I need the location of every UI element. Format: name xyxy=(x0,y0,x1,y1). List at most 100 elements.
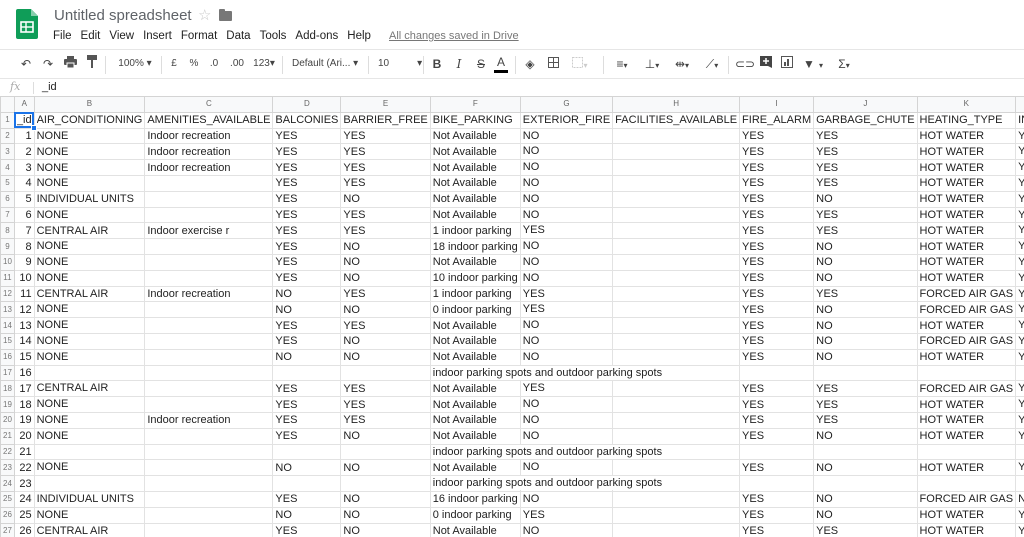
column-header-c[interactable]: C xyxy=(144,96,274,113)
cell-e11[interactable]: NO xyxy=(340,269,431,287)
cell-e24[interactable] xyxy=(340,475,431,492)
cell-i20[interactable]: YES xyxy=(739,411,815,429)
cell-h27[interactable] xyxy=(612,522,741,537)
cell-c9[interactable] xyxy=(144,238,274,255)
cell-f5[interactable]: Not Available xyxy=(429,174,521,192)
cell-l4[interactable]: YES xyxy=(1015,159,1024,176)
cell-g21[interactable]: NO xyxy=(519,427,614,445)
row-header[interactable]: 4 xyxy=(0,159,15,176)
cell-c7[interactable] xyxy=(144,206,274,224)
cell-g1[interactable]: EXTERIOR_FIRE xyxy=(519,111,614,129)
cell-d16[interactable]: NO xyxy=(272,348,342,366)
row-header[interactable]: 24 xyxy=(0,475,15,492)
cell-b13[interactable]: NONE xyxy=(33,301,146,319)
cell-a23[interactable]: 22 xyxy=(13,459,35,477)
cell-a5[interactable]: 4 xyxy=(13,174,35,192)
insert-comment-icon[interactable] xyxy=(758,55,774,73)
cell-g20[interactable]: NO xyxy=(519,411,614,429)
cell-k14[interactable]: HOT WATER xyxy=(916,317,1017,334)
cell-g6[interactable]: NO xyxy=(519,190,614,208)
cell-d21[interactable]: YES xyxy=(272,427,342,445)
cell-j10[interactable]: NO xyxy=(813,253,918,271)
cell-c1[interactable]: AMENITIES_AVAILABLE xyxy=(144,111,274,129)
cell-a13[interactable]: 12 xyxy=(13,301,35,319)
cell-a7[interactable]: 6 xyxy=(13,206,35,224)
cell-f9[interactable]: 18 indoor parking xyxy=(429,238,521,255)
cell-g12[interactable]: YES xyxy=(519,285,614,303)
cell-k24[interactable] xyxy=(916,475,1017,492)
cell-e20[interactable]: YES xyxy=(340,411,431,429)
cell-l21[interactable]: YES xyxy=(1015,427,1024,445)
row-header[interactable]: 13 xyxy=(0,301,15,319)
row-header[interactable]: 1 xyxy=(0,111,15,129)
cell-f19[interactable]: Not Available xyxy=(429,396,521,413)
cell-b16[interactable]: NONE xyxy=(33,348,146,366)
column-header-a[interactable]: A xyxy=(13,96,35,113)
cell-j6[interactable]: NO xyxy=(813,190,918,208)
cell-a15[interactable]: 14 xyxy=(13,332,35,350)
cell-b19[interactable]: NONE xyxy=(33,396,146,413)
column-header-k[interactable]: K xyxy=(916,96,1017,113)
cell-d24[interactable] xyxy=(272,475,342,492)
cell-h5[interactable] xyxy=(612,174,741,192)
cell-b9[interactable]: NONE xyxy=(33,238,146,255)
cell-f24[interactable]: indoor parking spots and outdoor parking… xyxy=(429,475,665,492)
row-header[interactable]: 22 xyxy=(0,443,15,461)
cell-f14[interactable]: Not Available xyxy=(429,317,521,334)
cell-k23[interactable]: HOT WATER xyxy=(916,459,1017,477)
cell-a12[interactable]: 11 xyxy=(13,285,35,303)
cell-c8[interactable]: Indoor exercise r xyxy=(144,222,274,240)
column-header-f[interactable]: F xyxy=(429,96,521,113)
cell-d11[interactable]: YES xyxy=(272,269,342,287)
cell-i2[interactable]: YES xyxy=(739,127,815,145)
menu-edit[interactable]: Edit xyxy=(81,30,101,42)
row-header[interactable]: 8 xyxy=(0,222,15,240)
cell-f7[interactable]: Not Available xyxy=(429,206,521,224)
row-header[interactable]: 3 xyxy=(0,143,15,161)
cell-b6[interactable]: INDIVIDUAL UNITS xyxy=(33,190,146,208)
menu-help[interactable]: Help xyxy=(347,30,371,42)
cell-f20[interactable]: Not Available xyxy=(429,411,521,429)
cell-b5[interactable]: NONE xyxy=(33,174,146,192)
cell-b25[interactable]: INDIVIDUAL UNITS xyxy=(33,490,146,508)
cell-b24[interactable] xyxy=(33,475,146,492)
cell-i8[interactable]: YES xyxy=(739,222,815,240)
cell-j1[interactable]: GARBAGE_CHUTE xyxy=(813,111,918,129)
row-header[interactable]: 14 xyxy=(0,317,15,334)
sheets-logo-icon[interactable] xyxy=(16,9,38,39)
row-header[interactable]: 23 xyxy=(0,459,15,477)
filter-icon[interactable]: ▼ ▾ xyxy=(800,55,826,73)
cell-k2[interactable]: HOT WATER xyxy=(916,127,1017,145)
column-header-h[interactable]: H xyxy=(612,96,741,113)
cell-i4[interactable]: YES xyxy=(739,159,815,176)
cell-j8[interactable]: YES xyxy=(813,222,918,240)
cell-i26[interactable]: YES xyxy=(739,506,815,524)
cell-e6[interactable]: NO xyxy=(340,190,431,208)
cell-i12[interactable]: YES xyxy=(739,285,815,303)
cell-l17[interactable] xyxy=(1015,364,1024,382)
cell-i9[interactable]: YES xyxy=(739,238,815,255)
cell-g8[interactable]: YES xyxy=(519,222,614,240)
cell-e16[interactable]: NO xyxy=(340,348,431,366)
cell-g2[interactable]: NO xyxy=(519,127,614,145)
cell-h6[interactable] xyxy=(612,190,741,208)
cell-b17[interactable] xyxy=(33,364,146,382)
cell-d7[interactable]: YES xyxy=(272,206,342,224)
cell-c2[interactable]: Indoor recreation xyxy=(144,127,274,145)
cell-j12[interactable]: YES xyxy=(813,285,918,303)
cell-c5[interactable] xyxy=(144,174,274,192)
cell-k15[interactable]: FORCED AIR GAS xyxy=(916,332,1017,350)
cell-h14[interactable] xyxy=(612,317,741,334)
cell-b23[interactable]: NONE xyxy=(33,459,146,477)
cell-e19[interactable]: YES xyxy=(340,396,431,413)
cell-e15[interactable]: NO xyxy=(340,332,431,350)
cell-d18[interactable]: YES xyxy=(272,380,342,398)
cell-k8[interactable]: HOT WATER xyxy=(916,222,1017,240)
column-header-j[interactable]: J xyxy=(813,96,918,113)
percent-format-button[interactable]: % xyxy=(188,55,200,73)
cell-b3[interactable]: NONE xyxy=(33,143,146,161)
fill-handle[interactable] xyxy=(30,124,37,131)
cell-e23[interactable]: NO xyxy=(340,459,431,477)
cell-d5[interactable]: YES xyxy=(272,174,342,192)
cell-b15[interactable]: NONE xyxy=(33,332,146,350)
